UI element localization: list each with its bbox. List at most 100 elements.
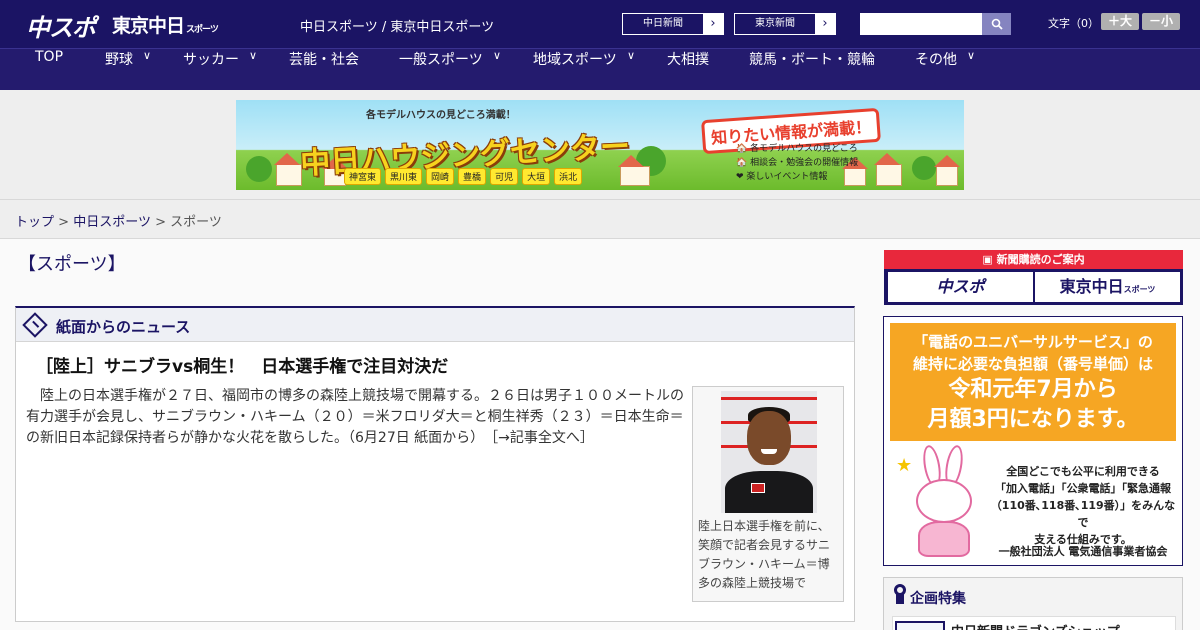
tokyo-shimbun-label: 東京新聞 [735,14,815,34]
site-links[interactable]: 中日スポーツ / 東京中日スポーツ [300,16,494,35]
nav-item-general-sports[interactable]: 一般スポーツ ∨ [399,49,501,91]
subscribe-tokyo-button[interactable]: 東京中日スポーツ [1035,272,1180,302]
nav-label: その他 [915,52,957,68]
subscribe-tokyo-main: 東京中日 [1059,277,1124,296]
breadcrumb-separator: > [58,215,70,230]
universal-text-line: 全国どこでも公平に利用できる [1006,465,1160,478]
breadcrumb: トップ > 中日スポーツ > スポーツ [15,211,222,230]
nav-item-other[interactable]: その他 ∨ [915,49,975,91]
ad-city: 可児 [490,168,519,185]
feature-title: 企画特集 [910,591,966,607]
ad-list-label: 楽しいイベント情報 [746,172,828,182]
chevron-right-icon: › [710,16,716,31]
universal-line: 維持に必要な負担額（番号単価）は [912,355,1153,373]
nav-label: 一般スポーツ [399,52,483,68]
house-graphic [874,153,902,186]
nav-item-regional-sports[interactable]: 地域スポーツ ∨ [533,49,635,91]
chunichi-shimbun-button[interactable]: 中日新聞 › [622,13,724,35]
font-large-button[interactable]: ＋大 [1101,13,1139,30]
tokyo-logo-main: 東京中日 [112,15,185,37]
universal-line: 「電話のユニバーサルサービス」の [913,333,1153,351]
nav-label: 地域スポーツ [533,52,617,68]
tokyo-logo-sub: スポーツ [186,25,219,35]
chevron-down-icon: ∨ [967,49,976,62]
ad-city: 大垣 [522,168,551,185]
chevron-right-icon: › [822,16,828,31]
photo-caption: 陸上日本選手権を前に、笑顔で記者会見するサニブラウン・ハキーム＝博多の森陸上競技… [698,519,831,590]
ad-list-label: 相談会・勉強会の開催情報 [750,158,859,168]
universal-ad-headline: 「電話のユニバーサルサービス」の 維持に必要な負担額（番号単価）は 令和元年7月… [890,323,1176,441]
nav-item-baseball[interactable]: 野球 ∨ [105,49,151,91]
article-photo-box: 陸上日本選手権を前に、笑顔で記者会見するサニブラウン・ハキーム＝博多の森陸上競技… [692,386,844,602]
ad-city: 浜北 [554,168,583,185]
article-photo[interactable] [721,391,817,513]
feature-item-label: 中日新聞ドラゴンズショップ [951,621,1120,630]
nav-label: 大相撲 [667,52,709,68]
house-graphic [618,155,650,186]
feature-section: 企画特集 中日新聞ドラゴンズショップ [883,577,1183,630]
nav-label: 野球 [105,52,133,68]
ad-list-item: ❤ 楽しいイベント情報 [736,172,828,182]
nav-item-entertainment[interactable]: 芸能・社会 [289,49,359,91]
nav-item-racing[interactable]: 競馬・ボート・競輪 [749,49,875,91]
chevron-down-icon: ∨ [143,49,152,62]
breadcrumb-top-link[interactable]: トップ [15,215,54,230]
tree-graphic [912,156,936,180]
read-more-link[interactable]: ［→記事全文へ］ [491,430,594,446]
ad-feature-list: 🏠 各モデルハウスの見どころ 🏠 相談会・勉強会の開催情報 ❤ 楽しいイベント情… [736,142,858,184]
rabbit-body [918,521,970,557]
article-summary: 陸上の日本選手権が２７日、福岡市の博多の森陸上競技場で開幕する。２６日は男子１０… [26,386,684,449]
subscription-title: 新聞購読のご案内 [996,253,1085,266]
news-section: 紙面からのニュース ［陸上］サニブラvs桐生！ 日本選手権で注目対決だ 陸上の日… [15,306,855,622]
face-graphic [747,411,791,465]
tokyo-chunichi-logo[interactable]: 東京中日 スポーツ [112,11,219,38]
site-header: 中スポ 東京中日 スポーツ 中日スポーツ / 東京中日スポーツ 中日新聞 › 東京… [0,0,1200,48]
newspaper-icon [22,312,48,338]
smile-graphic [761,449,777,454]
ad-list-item: 🏠 各モデルハウスの見どころ [736,144,858,154]
subscribe-chuspo-button[interactable]: 中スポ [888,272,1033,302]
chuspo-logo[interactable]: 中スポ [26,8,96,43]
news-section-header: 紙面からのニュース [16,308,854,342]
nav-item-soccer[interactable]: サッカー ∨ [183,49,257,91]
search-icon [991,18,1003,30]
search-button[interactable] [982,13,1011,35]
breadcrumb-parent-link[interactable]: 中日スポーツ [73,215,151,230]
star-icon: ★ [896,455,913,476]
house-graphic [274,153,302,186]
feature-item[interactable]: 中日新聞ドラゴンズショップ [892,616,1176,630]
tokyo-shimbun-button[interactable]: 東京新聞 › [734,13,836,35]
backdrop-band [721,397,817,400]
chevron-down-icon: ∨ [627,49,636,62]
chevron-down-icon: ∨ [493,49,502,62]
feature-thumbnail [895,621,945,630]
nav-label: 競馬・ボート・競輪 [749,52,875,68]
universal-organization: 一般社団法人 電気通信事業者協会 [998,545,1168,558]
article-title[interactable]: ［陸上］サニブラvs桐生！ 日本選手権で注目対決だ [36,352,448,377]
nav-item-sumo[interactable]: 大相撲 [667,49,709,91]
ad-tagline: 各モデルハウスの見どころ満載！ [366,110,516,121]
ad-city: 神宮東 [344,168,382,185]
page-title: 【スポーツ】 [18,254,126,275]
universal-service-ad[interactable]: 「電話のユニバーサルサービス」の 維持に必要な負担額（番号単価）は 令和元年7月… [883,316,1183,566]
subscription-header: ▣ 新聞購読のご案内 [884,250,1183,269]
ad-city: 黒川東 [385,168,423,185]
tree-graphic [246,156,272,182]
font-size-label: 文字（0） [1048,17,1099,30]
ad-list-item: 🏠 相談会・勉強会の開催情報 [736,158,859,168]
search-input[interactable] [860,13,982,35]
ad-city-list: 神宮東 黒川東 岡崎 豊橋 可児 大垣 浜北 [344,168,583,185]
nav-item-top[interactable]: TOP [35,49,63,91]
news-section-title: 紙面からのニュース [56,318,191,336]
ad-list-label: 各モデルハウスの見どころ [750,144,858,154]
ad-city: 岡崎 [426,168,455,185]
ribbon-icon [894,584,906,604]
subscribe-tokyo-sub: スポーツ [1123,285,1156,294]
font-small-button[interactable]: －小 [1142,13,1180,30]
nav-label: TOP [35,49,64,65]
universal-description: 全国どこでも公平に利用できる 「加入電話」「公衆電話」「緊急通報 （110番､1… [990,463,1176,548]
subscription-box: ▣ 新聞購読のご案内 中スポ 東京中日スポーツ [884,250,1183,305]
housing-center-ad[interactable]: 各モデルハウスの見どころ満載！ 中日ハウジングセンター 知りたい情報が満載！ 🏠… [236,100,964,190]
shirt-graphic [725,471,813,513]
universal-text-line: 「加入電話」「公衆電話」「緊急通報 [995,482,1171,495]
